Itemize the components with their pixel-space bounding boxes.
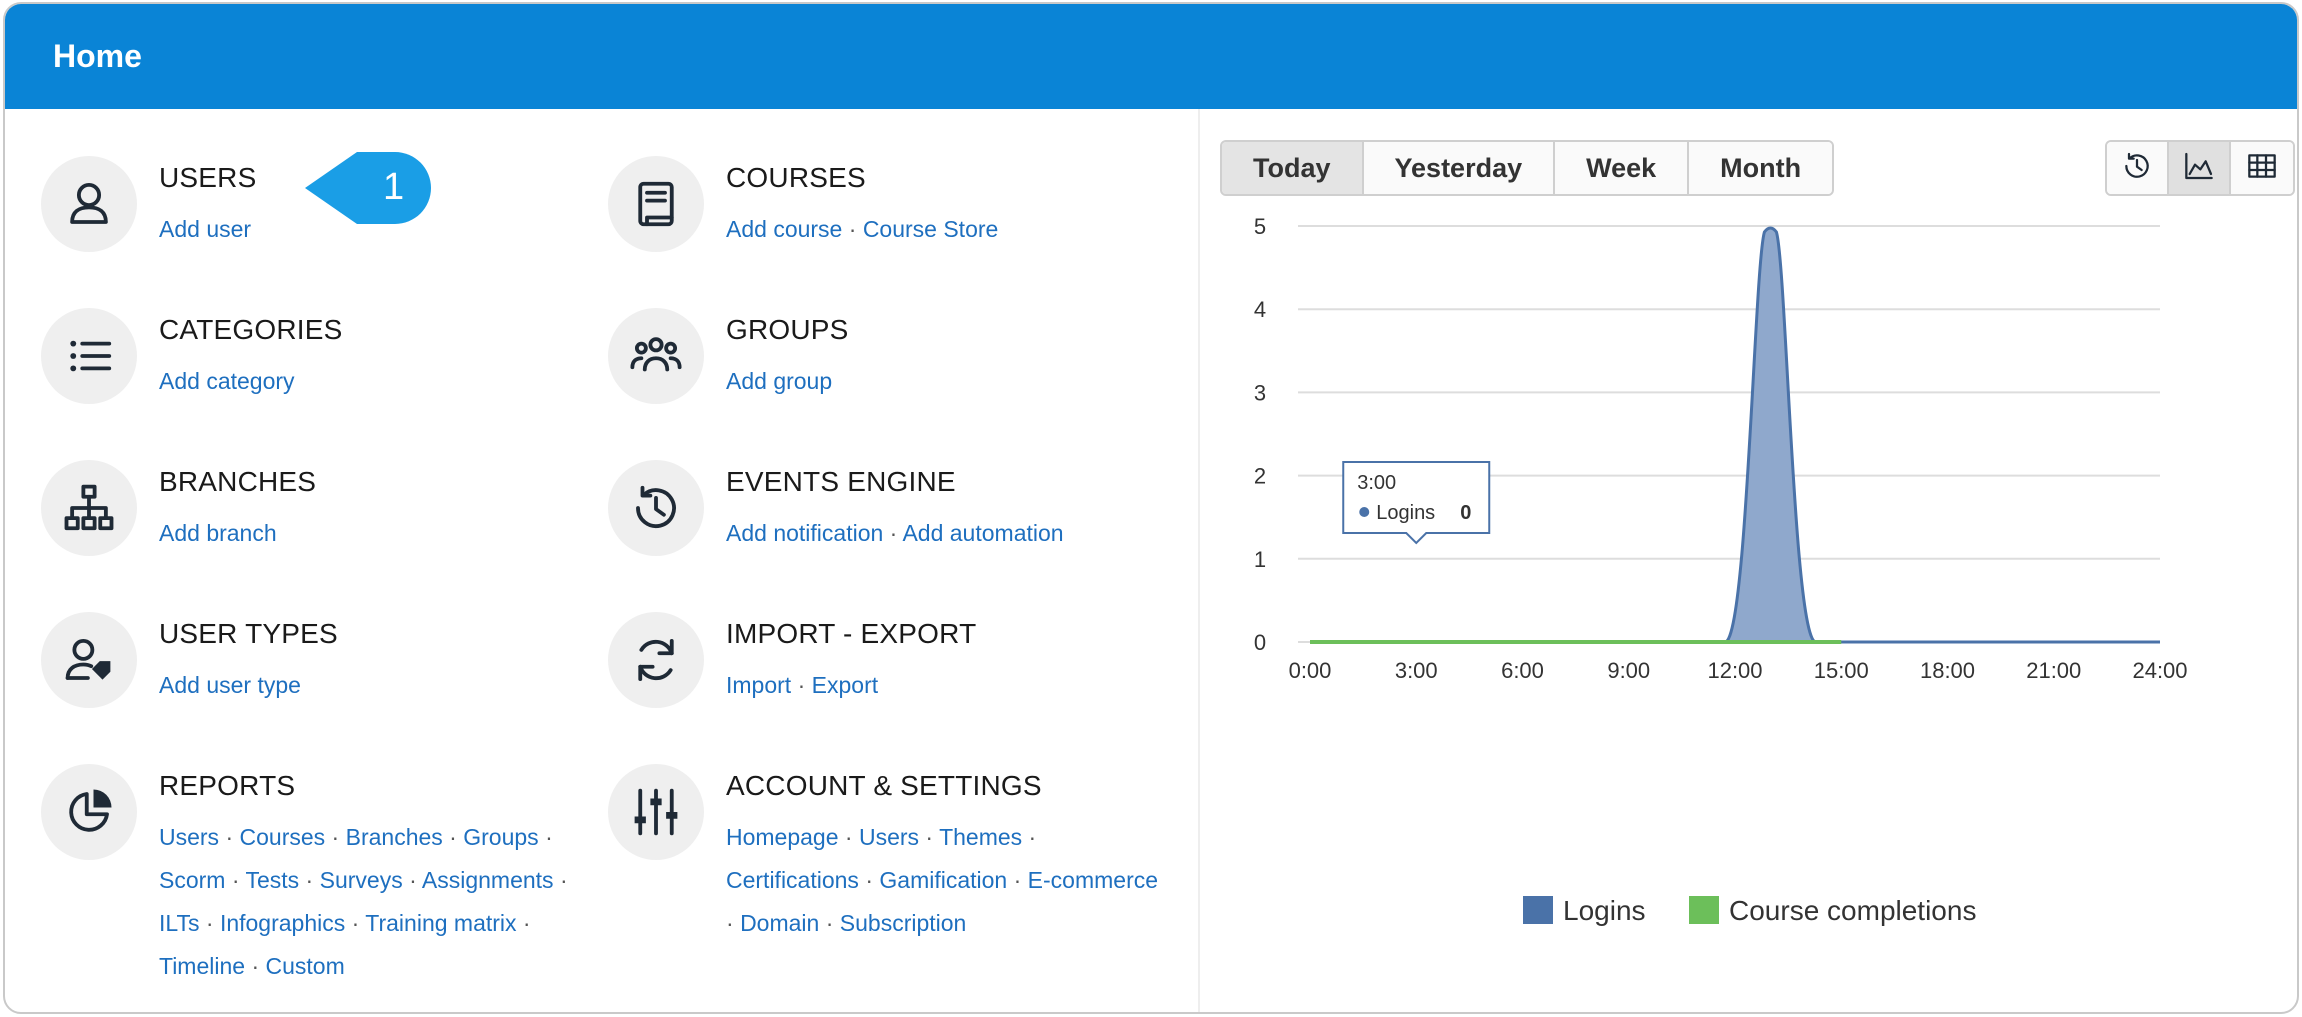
tile-title-import-export[interactable]: IMPORT - EXPORT [726, 618, 976, 650]
y-tick-label: 0 [1254, 630, 1266, 655]
link-infographics[interactable]: Infographics [220, 910, 345, 936]
link-tests[interactable]: Tests [245, 867, 299, 893]
tile-links-courses: Add course · Course Store [726, 216, 999, 242]
tooltip-series-name: Logins [1376, 502, 1435, 524]
tile-title-courses[interactable]: COURSES [726, 162, 866, 194]
link-add-notification[interactable]: Add notification [726, 520, 883, 546]
tile-links-categories: Add category [159, 360, 599, 403]
x-tick-label: 12:00 [1707, 658, 1762, 683]
tooltip-time: 3:00 [1357, 472, 1396, 494]
tile-links-branches: Add branch [159, 512, 599, 555]
link-ilts[interactable]: ILTs [159, 910, 199, 936]
link-branches[interactable]: Branches [346, 824, 443, 850]
tooltip-series-dot [1359, 507, 1370, 517]
tile-title-categories[interactable]: CATEGORIES [159, 314, 343, 346]
link-surveys[interactable]: Surveys [320, 867, 403, 893]
history-icon[interactable] [608, 460, 704, 556]
tile-links-account-settings: Homepage · Users · Themes · Certificatio… [726, 824, 1159, 936]
tile-links-import-export: Import · Export [726, 672, 879, 698]
tile-title-users[interactable]: USERS [159, 162, 256, 194]
book-icon[interactable] [608, 156, 704, 252]
header-bar: Home [5, 4, 2297, 109]
tile-title-events-engine[interactable]: EVENTS ENGINE [726, 466, 956, 498]
home-window: Home USERS Add user COURSES Add course · Co… [3, 2, 2299, 1014]
x-tick-label: 0:00 [1289, 658, 1332, 683]
link-assignments[interactable]: Assignments [422, 867, 554, 893]
logins-chart: 0 1 2 3 4 5 0:00 3:00 6:00 9:00 12:00 15:00 18:00 21:… [1254, 214, 2188, 926]
tooltip-value: 0 [1460, 502, 1471, 524]
link-subscription[interactable]: Subscription [840, 910, 967, 936]
link-training-matrix[interactable]: Training matrix [365, 910, 516, 936]
series-area-logins [1310, 226, 2160, 644]
link-add-branch[interactable]: Add branch [159, 520, 277, 546]
link-groups[interactable]: Groups [463, 824, 538, 850]
pie-chart-icon[interactable] [41, 764, 137, 860]
tile-links-reports: Users · Courses · Branches · Groups · Sc… [159, 824, 568, 979]
link-certifications[interactable]: Certifications [726, 867, 859, 893]
link-add-group[interactable]: Add group [726, 368, 832, 394]
link-homepage[interactable]: Homepage [726, 824, 839, 850]
link-import[interactable]: Import [726, 672, 791, 698]
x-tick-label: 18:00 [1920, 658, 1975, 683]
link-gamification[interactable]: Gamification [879, 867, 1007, 893]
tile-title-groups[interactable]: GROUPS [726, 314, 849, 346]
link-e-commerce[interactable]: E-commerce [1028, 867, 1158, 893]
link-add-course[interactable]: Add course [726, 216, 842, 242]
list-icon[interactable] [41, 308, 137, 404]
x-tick-label: 15:00 [1814, 658, 1869, 683]
x-tick-label: 9:00 [1607, 658, 1650, 683]
legend-label-logins: Logins [1563, 895, 1646, 926]
link-courses[interactable]: Courses [240, 824, 326, 850]
link-add-user-type[interactable]: Add user type [159, 672, 301, 698]
tile-links-events-engine: Add notification · Add automation [726, 520, 1064, 546]
link-export[interactable]: Export [812, 672, 878, 698]
link-add-user[interactable]: Add user [159, 216, 251, 242]
x-tick-label: 21:00 [2026, 658, 2081, 683]
legend-swatch-logins [1523, 896, 1553, 924]
tile-title-user-types[interactable]: USER TYPES [159, 618, 338, 650]
x-tick-label: 24:00 [2132, 658, 2187, 683]
link-users[interactable]: Users [859, 824, 919, 850]
link-add-category[interactable]: Add category [159, 368, 295, 394]
sitemap-icon[interactable] [41, 460, 137, 556]
chart-panel: Today Yesterday Week Month 0 1 2 3 4 5 0:00 3:00 6:… [1200, 109, 2297, 1012]
sync-icon[interactable] [608, 612, 704, 708]
link-users[interactable]: Users [159, 824, 219, 850]
x-tick-label: 3:00 [1395, 658, 1438, 683]
people-group-icon[interactable] [608, 308, 704, 404]
tile-title-reports[interactable]: REPORTS [159, 770, 295, 802]
tile-title-account-settings[interactable]: ACCOUNT & SETTINGS [726, 770, 1042, 802]
y-tick-label: 1 [1254, 547, 1266, 572]
link-domain[interactable]: Domain [740, 910, 819, 936]
dashboard-tiles: USERS Add user COURSES Add course · Course … [5, 109, 1198, 1012]
user-tag-icon[interactable] [41, 612, 137, 708]
step-badge: 1 [305, 148, 433, 228]
x-tick-label: 6:00 [1501, 658, 1544, 683]
tile-links-groups: Add group [726, 360, 1166, 403]
link-course-store[interactable]: Course Store [863, 216, 999, 242]
step-badge-number: 1 [383, 166, 405, 208]
y-tick-label: 5 [1254, 214, 1266, 239]
user-icon[interactable] [41, 156, 137, 252]
link-add-automation[interactable]: Add automation [902, 520, 1063, 546]
tile-title-branches[interactable]: BRANCHES [159, 466, 316, 498]
tile-links-user-types: Add user type [159, 664, 599, 707]
y-tick-label: 4 [1254, 297, 1266, 322]
link-scorm[interactable]: Scorm [159, 867, 225, 893]
link-timeline[interactable]: Timeline [159, 953, 245, 979]
sliders-icon[interactable] [608, 764, 704, 860]
legend-label-course-completions: Course completions [1729, 895, 1976, 926]
link-custom[interactable]: Custom [266, 953, 345, 979]
legend-swatch-course-completions [1689, 896, 1719, 924]
y-tick-label: 3 [1254, 380, 1266, 405]
page-title: Home [53, 38, 142, 74]
link-themes[interactable]: Themes [939, 824, 1022, 850]
y-tick-label: 2 [1254, 464, 1266, 489]
